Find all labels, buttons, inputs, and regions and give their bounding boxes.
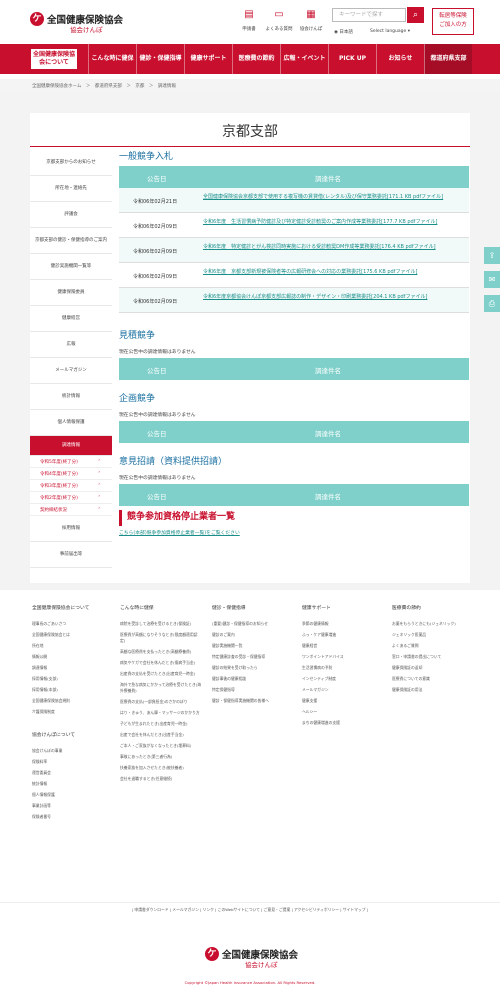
table-header: 公告日 調達件名 bbox=[119, 358, 469, 380]
sidebar-item-active[interactable]: 調達情報 bbox=[30, 436, 112, 456]
float-chat-icon[interactable]: ✉ bbox=[484, 271, 500, 288]
nav-checkup[interactable]: 健診・保健指導 bbox=[136, 44, 184, 74]
page-title: 京都支部 bbox=[30, 123, 470, 147]
footer-links-bar[interactable]: | 申請書ダウンロード | メールマガジン | リンク | このWebサイトにつ… bbox=[0, 902, 500, 916]
lang-select[interactable]: Select language ▾ bbox=[370, 29, 410, 34]
table-header: 公告日 調達件名 bbox=[119, 484, 469, 506]
section-opinion-title: 意見招請（資料提供招請） bbox=[119, 457, 228, 467]
table-header: 公告日 調達件名 bbox=[119, 166, 469, 188]
sidebar-item[interactable]: 健診実施機関一覧等 bbox=[30, 254, 112, 280]
sidebar-item[interactable]: 統計情報 bbox=[30, 384, 112, 410]
footer-col-cost: 医療費の節約 お薬をもらうときにも(ジェネリック) ジェネリック医薬品 よくある… bbox=[392, 606, 456, 692]
footer-col-checkup: 健診・保健指導 (重要)健診・保健指導のお知らせ 健診のご案内 健診実施機関一覧… bbox=[212, 606, 269, 703]
footer-logo[interactable]: ケ 全国健康保険協会 協会けんぽ bbox=[205, 945, 305, 969]
nav-about[interactable]: 全国健康保険協会について bbox=[30, 48, 78, 70]
sidebar-item[interactable]: 京都支部の健診・保健指導のご案内 bbox=[30, 228, 112, 254]
section-quote-title: 見積競争 bbox=[119, 331, 156, 341]
util-kyokai[interactable]: ▦ 協会けんぽ bbox=[294, 9, 328, 32]
section-plan-title: 企画競争 bbox=[119, 394, 156, 404]
search-icon: ⌕ bbox=[412, 10, 419, 20]
site-header: ケ 全国健康保険協会 協会けんぽ ▤ 申請書 ▭ よくある質問 ▦ 協会けんぽ キーワ… bbox=[0, 0, 500, 44]
nav-when[interactable]: こんな時に健保 bbox=[88, 44, 136, 74]
sidebar-item[interactable]: 健康保険委員 bbox=[30, 280, 112, 306]
sidebar-subitem[interactable]: 令和5年度(終了分) › bbox=[30, 456, 112, 468]
sidebar-subitem[interactable]: 令和3年度(終了分) › bbox=[30, 480, 112, 492]
procurement-link[interactable]: 令和6年度 特定健診とがん検診同時実施における受診勧奨DM作成等業務委託[176… bbox=[203, 244, 465, 251]
sidebar-item[interactable]: 所在地・連絡先 bbox=[30, 176, 112, 202]
table-row: 令和06年02月09日 令和6年度 特定健診とがん検診同時実施における受診勧奨DM… bbox=[119, 238, 469, 263]
procurement-link[interactable]: 令和6年度 京都支部新規被保険者等の広報研修会への対応の業務委託[175.6 K… bbox=[203, 269, 465, 276]
chevron-right-icon: › bbox=[98, 458, 100, 463]
sidebar-item[interactable]: 京都支部からのお知らせ bbox=[30, 150, 112, 176]
float-print-icon[interactable]: ⎙ bbox=[484, 295, 500, 312]
breadcrumb[interactable]: 全国健康保険協会ホーム ＞ 都道府県支部 ＞ 京都 ＞ 調達情報 bbox=[0, 79, 500, 93]
sidebar-subitem[interactable]: 契約締結状況 › bbox=[30, 504, 112, 516]
content-card: 京都支部 京都支部からのお知らせ 所在地・連絡先 評議会 京都支部の健診・保健指… bbox=[30, 113, 470, 583]
search-input[interactable]: キーワードで探す bbox=[332, 8, 406, 22]
procurement-content: 一般競争入札 公告日 調達件名 令和06年02月21日 全国健康保険協会京都支部で使… bbox=[119, 150, 469, 536]
nav-news[interactable]: お知らせ bbox=[376, 44, 424, 74]
float-share-icon[interactable]: ⇪ bbox=[484, 247, 500, 264]
lang-japanese[interactable]: ◉ 日本語 bbox=[334, 29, 353, 35]
procurement-link[interactable]: 全国健康保険協会京都支部で使用する複写機の賃貸借(レンタル)及び保守業務委託[1… bbox=[203, 194, 465, 201]
section-stop-title: 競争参加資格停止業者一覧 bbox=[119, 510, 469, 526]
sidebar-item[interactable]: 事前届出等 bbox=[30, 542, 112, 568]
sidebar: 京都支部からのお知らせ 所在地・連絡先 評議会 京都支部の健診・保健指導のご案内… bbox=[30, 150, 112, 568]
sidebar-subitem[interactable]: 令和4年度(終了分) › bbox=[30, 468, 112, 480]
search-button[interactable]: ⌕ bbox=[407, 7, 424, 23]
sidebar-item[interactable]: メールマガジン bbox=[30, 358, 112, 384]
nav-branch[interactable]: 都道府県支部 bbox=[424, 44, 472, 74]
sidebar-item[interactable]: 広報 bbox=[30, 332, 112, 358]
section-general-title: 一般競争入札 bbox=[119, 152, 174, 162]
table-row: 令和06年02月09日 令和6年度 京都支部新規被保険者等の広報研修会への対応の業… bbox=[119, 263, 469, 288]
sidebar-item[interactable]: 個人情報保護 bbox=[30, 410, 112, 436]
global-nav: 全国健康保険協会について こんな時に健保 健診・保健指導 健康サポート 医療費の… bbox=[0, 44, 500, 74]
building-icon: ▦ bbox=[306, 9, 316, 20]
nav-pickup[interactable]: PICK UP bbox=[328, 44, 376, 74]
copyright: Copyright ©Japan Health Insurance Associ… bbox=[184, 980, 316, 985]
chevron-right-icon: › bbox=[98, 470, 100, 475]
footer-col-health: 健康サポート 季節の健康情報 ふっ・ケア健康増進 健康経営 ワンポイントアドバイ… bbox=[302, 606, 344, 725]
logo-mark-icon: ケ bbox=[205, 947, 219, 961]
stop-list-link[interactable]: こちら(本部)競争参加資格停止業者一覧)をご覧ください bbox=[119, 529, 469, 536]
sidebar-subitem[interactable]: 令和2年度(終了分) › bbox=[30, 492, 112, 504]
table-header: 公告日 調達件名 bbox=[119, 421, 469, 443]
footer-col-about: 全国健康保険協会について 理事長のごあいさつ 全国健康保険協会とは 所在地 情報… bbox=[32, 606, 90, 819]
no-items-text: 現在公告中の調達情報はありません bbox=[119, 476, 196, 481]
nav-medical-cost[interactable]: 医療費の節約 bbox=[232, 44, 280, 74]
util-forms[interactable]: ▤ 申請書 bbox=[232, 9, 266, 32]
chevron-right-icon: › bbox=[98, 506, 100, 511]
site-logo[interactable]: ケ 全国健康保険協会 協会けんぽ bbox=[30, 10, 123, 34]
logo-mark-icon: ケ bbox=[30, 12, 44, 26]
no-items-text: 現在公告中の調達情報はありません bbox=[119, 413, 196, 418]
site-footer: 全国健康保険協会について 理事長のごあいさつ 全国健康保険協会とは 所在地 情報… bbox=[0, 590, 500, 900]
consult-button[interactable]: 転居等保険 ご加入の方 bbox=[432, 8, 474, 35]
chevron-right-icon: › bbox=[98, 494, 100, 499]
sidebar-item[interactable]: 健康経営 bbox=[30, 306, 112, 332]
table-row: 令和06年02月21日 全国健康保険協会京都支部で使用する複写機の賃貸借(レンタル… bbox=[119, 188, 469, 213]
procurement-link[interactable]: 令和6年度 生活習慣病予防健診及び特定健診受診勧奨のご案内作成等業務委託[177… bbox=[203, 219, 465, 226]
table-row: 令和06年02月09日 令和6年度京都協会けんぽ京都支部広報誌の制作・デザイン・印… bbox=[119, 288, 469, 313]
sidebar-item[interactable]: 採用情報 bbox=[30, 516, 112, 542]
procurement-link[interactable]: 令和6年度京都協会けんぽ京都支部広報誌の制作・デザイン・印刷業務委託[204.1… bbox=[203, 294, 465, 301]
no-items-text: 現在公告中の調達情報はありません bbox=[119, 350, 196, 355]
chevron-right-icon: › bbox=[98, 482, 100, 487]
sidebar-item[interactable]: 評議会 bbox=[30, 202, 112, 228]
logo-subtitle: 協会けんぽ bbox=[70, 26, 103, 34]
footer-col-when: こんな時に健保 病院を受診して治療を受けるとき(保険証) 医療費が高額になりそう… bbox=[120, 606, 202, 781]
main-area: 京都支部 京都支部からのお知らせ 所在地・連絡先 評議会 京都支部の健診・保健指… bbox=[0, 93, 500, 590]
nav-pr-event[interactable]: 広報・イベント bbox=[280, 44, 328, 74]
nav-health-support[interactable]: 健康サポート bbox=[184, 44, 232, 74]
question-icon: ▭ bbox=[274, 9, 284, 20]
document-icon: ▤ bbox=[244, 9, 254, 20]
util-faq[interactable]: ▭ よくある質問 bbox=[262, 9, 296, 32]
table-row: 令和06年02月09日 令和6年度 生活習慣病予防健診及び特定健診受診勧奨のご案内… bbox=[119, 213, 469, 238]
